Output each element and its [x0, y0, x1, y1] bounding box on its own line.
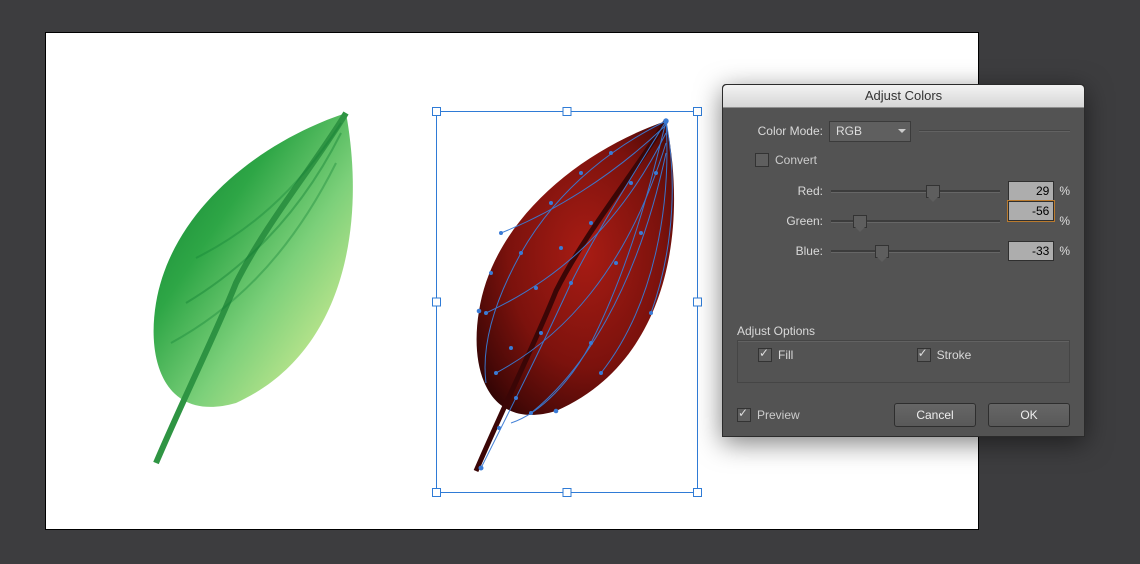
channel-label: Blue: [737, 244, 829, 258]
stroke-label: Stroke [937, 348, 972, 362]
adjust-options-label: Adjust Options [737, 324, 1070, 338]
selection-handle[interactable] [693, 298, 702, 307]
selection-handle[interactable] [693, 107, 702, 116]
convert-label: Convert [775, 153, 817, 167]
workspace: Adjust Colors Color Mode: RGB Convert Re… [0, 0, 1140, 564]
percent-label: % [1059, 244, 1070, 258]
selection-handle[interactable] [432, 107, 441, 116]
selection-handle[interactable] [432, 298, 441, 307]
red-leaf-art-selected[interactable] [441, 113, 691, 488]
channel-label: Red: [737, 184, 829, 198]
selection-handle[interactable] [563, 488, 572, 497]
channel-slider[interactable] [831, 244, 1000, 258]
selection-handle[interactable] [693, 488, 702, 497]
slider-thumb[interactable] [926, 185, 940, 198]
fill-label: Fill [778, 348, 793, 362]
dialog-title[interactable]: Adjust Colors [723, 85, 1084, 108]
color-mode-label: Color Mode: [737, 124, 829, 138]
selection-handle[interactable] [432, 488, 441, 497]
color-mode-value: RGB [836, 124, 862, 138]
channel-value-input[interactable]: 29 [1008, 181, 1054, 201]
cancel-button[interactable]: Cancel [894, 403, 976, 427]
color-mode-select[interactable]: RGB [829, 121, 911, 142]
ok-button[interactable]: OK [988, 403, 1070, 427]
green-leaf-art[interactable] [116, 103, 376, 473]
channel-slider[interactable] [831, 214, 1000, 228]
slider-thumb[interactable] [875, 245, 889, 258]
preview-checkbox[interactable] [737, 408, 751, 422]
percent-label: % [1059, 214, 1070, 228]
fill-checkbox[interactable] [758, 348, 772, 362]
stroke-checkbox[interactable] [917, 348, 931, 362]
percent-label: % [1059, 184, 1070, 198]
slider-thumb[interactable] [853, 215, 867, 228]
channel-value-input[interactable]: -56 [1008, 201, 1054, 221]
channel-value-input[interactable]: -33 [1008, 241, 1054, 261]
adjust-colors-dialog: Adjust Colors Color Mode: RGB Convert Re… [722, 84, 1085, 437]
divider [919, 130, 1070, 132]
preview-label: Preview [757, 408, 800, 422]
channel-slider[interactable] [831, 184, 1000, 198]
chevron-down-icon [898, 129, 906, 133]
convert-checkbox[interactable] [755, 153, 769, 167]
channel-label: Green: [737, 214, 829, 228]
